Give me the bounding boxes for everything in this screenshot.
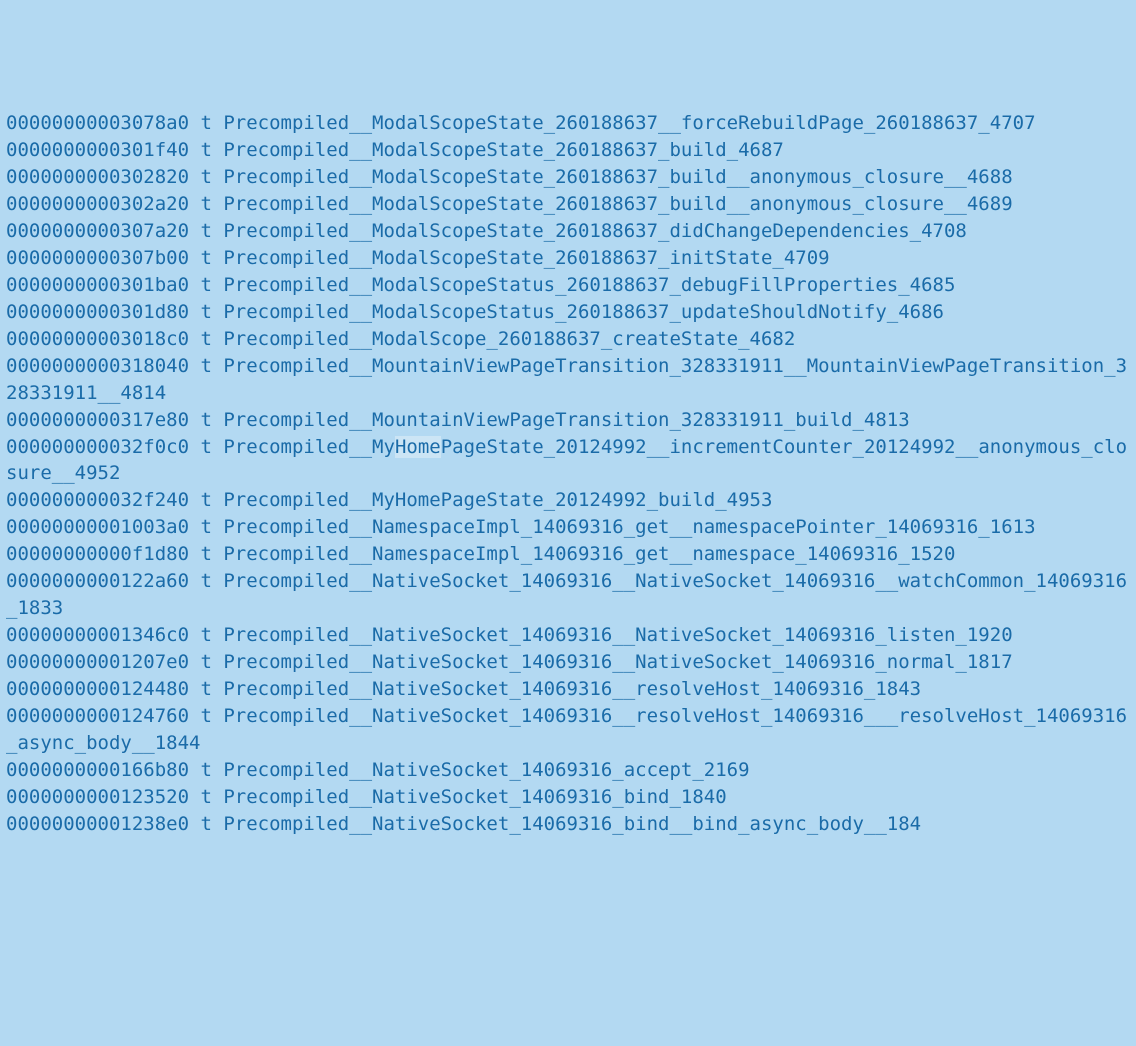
symbol-line[interactable]: 0000000000166b80 t Precompiled__NativeSo…: [6, 759, 750, 781]
symbol-line[interactable]: 00000000001346c0 t Precompiled__NativeSo…: [6, 624, 1013, 646]
symbol-line[interactable]: 0000000000302820 t Precompiled__ModalSco…: [6, 166, 1013, 188]
symbol-line[interactable]: 0000000000122a60 t Precompiled__NativeSo…: [6, 570, 1127, 619]
symbol-line[interactable]: 00000000003078a0 t Precompiled__ModalSco…: [6, 112, 1036, 134]
symbol-line[interactable]: 0000000000318040 t Precompiled__Mountain…: [6, 355, 1127, 404]
symbol-line[interactable]: 0000000000124480 t Precompiled__NativeSo…: [6, 678, 921, 700]
symbol-line[interactable]: 0000000000302a20 t Precompiled__ModalSco…: [6, 193, 1013, 215]
symbol-line[interactable]: 00000000001238e0 t Precompiled__NativeSo…: [6, 813, 921, 835]
symbol-line[interactable]: 0000000000301d80 t Precompiled__ModalSco…: [6, 301, 944, 323]
symbol-line[interactable]: 0000000000317e80 t Precompiled__Mountain…: [6, 409, 910, 431]
search-highlight: Home: [395, 436, 441, 458]
symbol-line[interactable]: 00000000001003a0 t Precompiled__Namespac…: [6, 516, 1036, 538]
terminal-output[interactable]: 00000000003078a0 t Precompiled__ModalSco…: [6, 110, 1130, 838]
symbol-line[interactable]: 000000000032f0c0 t Precompiled__MyHomePa…: [6, 436, 1127, 485]
symbol-line[interactable]: 000000000032f240 t Precompiled__MyHomePa…: [6, 489, 772, 511]
symbol-line[interactable]: 00000000000f1d80 t Precompiled__Namespac…: [6, 543, 955, 565]
symbol-line[interactable]: 0000000000301ba0 t Precompiled__ModalSco…: [6, 274, 955, 296]
symbol-line[interactable]: 0000000000123520 t Precompiled__NativeSo…: [6, 786, 727, 808]
symbol-line[interactable]: 0000000000307a20 t Precompiled__ModalSco…: [6, 220, 967, 242]
symbol-line[interactable]: 00000000001207e0 t Precompiled__NativeSo…: [6, 651, 1013, 673]
symbol-line[interactable]: 0000000000301f40 t Precompiled__ModalSco…: [6, 139, 784, 161]
symbol-line[interactable]: 0000000000124760 t Precompiled__NativeSo…: [6, 705, 1127, 754]
symbol-line[interactable]: 0000000000307b00 t Precompiled__ModalSco…: [6, 247, 830, 269]
symbol-line[interactable]: 00000000003018c0 t Precompiled__ModalSco…: [6, 328, 795, 350]
